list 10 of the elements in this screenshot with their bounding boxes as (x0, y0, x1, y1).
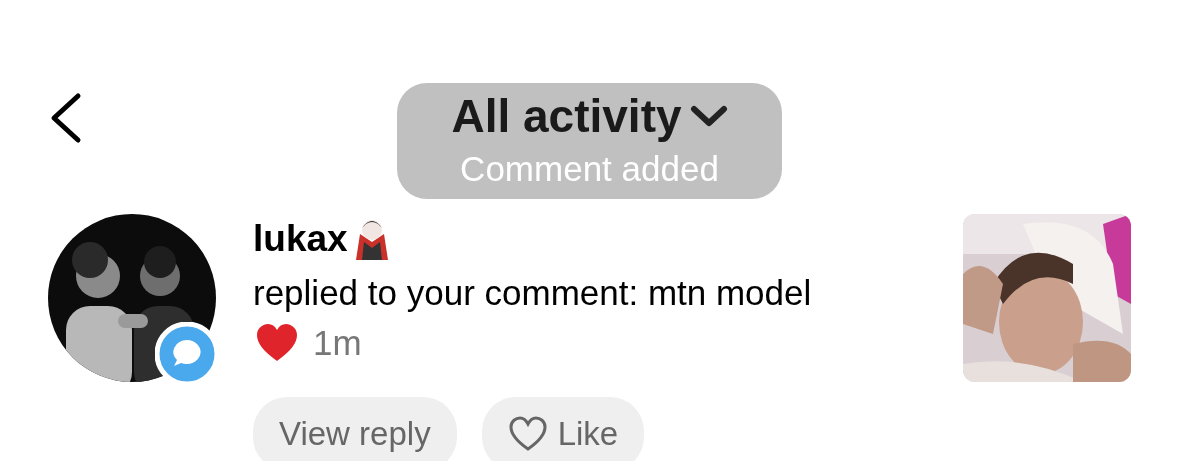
toast-message: Comment added (460, 149, 719, 189)
heart-outline-icon (507, 416, 548, 452)
chevron-down-icon[interactable] (689, 105, 728, 129)
like-button[interactable]: Like (481, 397, 645, 461)
timestamp: 1m (313, 323, 362, 362)
notification-message: replied to your comment: mtn model (253, 273, 812, 312)
view-reply-button[interactable]: View reply (253, 397, 457, 461)
username[interactable]: lukax (253, 218, 348, 260)
heart-icon (255, 323, 299, 363)
activity-filter-title[interactable]: All activity (451, 89, 682, 143)
